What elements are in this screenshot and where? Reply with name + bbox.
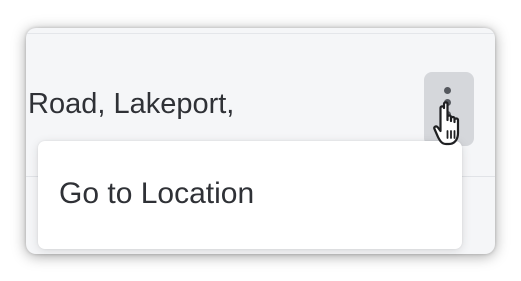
menu-item-go-to-location[interactable]: Go to Location — [38, 159, 462, 229]
hand-pointer-icon — [433, 101, 460, 146]
context-menu: Go to Location — [38, 141, 462, 249]
address-text: Road, Lakeport, — [28, 88, 235, 120]
screenshot-stage: Road, Lakeport, Go to Location — [0, 0, 521, 281]
divider — [26, 33, 495, 34]
menu-item-label: Go to Location — [59, 177, 255, 210]
